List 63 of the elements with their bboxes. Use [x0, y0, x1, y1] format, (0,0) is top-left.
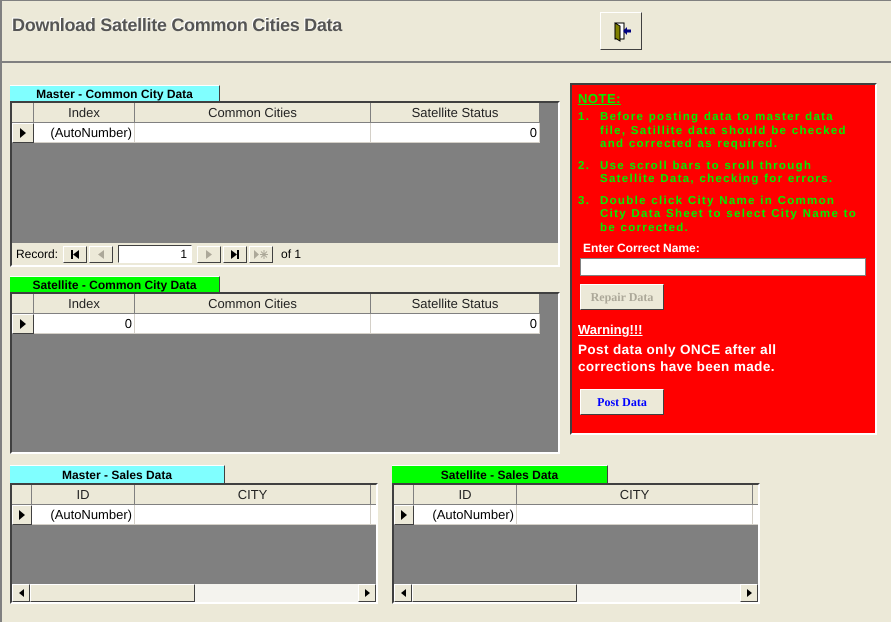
current-record-icon — [401, 510, 407, 520]
table-cell: (AutoNumber) — [414, 505, 517, 525]
record-count: of 1 — [281, 247, 302, 261]
column-header[interactable]: ID — [32, 485, 135, 505]
subform-label: Master - Common City Data — [10, 85, 220, 101]
record-number-field[interactable]: 1 — [118, 245, 192, 263]
column-header[interactable]: Common Cities — [135, 294, 371, 314]
note-text: Before posting data to master data file, Satillite data should be checked and corrected as required. — [600, 111, 848, 152]
previous-icon — [98, 250, 104, 258]
note-text: Use scroll bars to sroll through Satellite Data, checking for errors. — [600, 160, 834, 186]
warning-heading: Warning!!! — [578, 322, 642, 337]
column-header[interactable]: CITY — [517, 485, 753, 505]
column-header[interactable]: Index — [34, 294, 135, 314]
note-text: Double click City Name in Common City Data Sheet to select City Name to be corrected. — [600, 194, 858, 235]
warning-text: Post data only ONCE after all corrections have been made. — [578, 341, 778, 375]
field-label: Enter Correct Name: — [583, 241, 700, 255]
record-selector[interactable] — [12, 123, 34, 143]
subform-label: Master - Sales Data — [10, 465, 225, 483]
note-number: 2. — [578, 160, 592, 174]
first-icon — [70, 250, 80, 258]
exit-button[interactable] — [600, 12, 642, 50]
subform-label: Satellite - Common City Data — [10, 276, 220, 292]
record-selector[interactable] — [12, 314, 34, 334]
column-header[interactable]: ID — [414, 485, 517, 505]
post-data-button[interactable]: Post Data — [580, 389, 664, 415]
form-title: Download Satellite Common Cities Data — [12, 15, 342, 36]
column-header[interactable] — [753, 485, 758, 505]
scroll-right-icon — [746, 589, 752, 597]
table-cell: 0 — [34, 314, 135, 334]
column-header[interactable]: Index — [34, 103, 135, 123]
record-label: Record: — [16, 247, 58, 261]
first-record-button[interactable] — [63, 246, 88, 262]
table-cell: 0 — [371, 123, 540, 143]
next-icon — [206, 250, 212, 258]
column-header[interactable]: Common Cities — [135, 103, 371, 123]
table-cell: (AutoNumber) — [32, 505, 135, 525]
scroll-left-icon — [400, 589, 406, 597]
last-record-button[interactable] — [223, 246, 248, 262]
next-record-button[interactable] — [197, 246, 222, 262]
record-selector[interactable] — [12, 505, 32, 525]
column-header[interactable]: Satellite Status — [371, 103, 540, 123]
record-selector[interactable] — [394, 505, 414, 525]
table-cell: (AutoNumber) — [34, 123, 135, 143]
horizontal-scrollbar[interactable] — [12, 584, 376, 602]
correct-name-field[interactable] — [580, 258, 866, 276]
column-header[interactable]: CITY — [135, 485, 371, 505]
current-record-icon — [20, 128, 26, 138]
current-record-icon — [19, 510, 25, 520]
new-record-icon — [254, 250, 268, 258]
column-header[interactable] — [371, 485, 376, 505]
note-number: 1. — [578, 111, 592, 125]
scroll-left-icon — [18, 589, 24, 597]
subform-label: Satellite - Sales Data — [392, 465, 608, 483]
new-record-button[interactable] — [249, 246, 274, 262]
column-header[interactable]: Satellite Status — [371, 294, 540, 314]
horizontal-scrollbar[interactable] — [394, 584, 758, 602]
previous-record-button[interactable] — [89, 246, 114, 262]
note-heading: NOTE: — [578, 91, 621, 106]
current-record-icon — [20, 319, 26, 329]
last-icon — [230, 250, 240, 258]
scroll-right-icon — [364, 589, 370, 597]
note-number: 3. — [578, 194, 592, 208]
table-cell: 0 — [371, 314, 540, 334]
